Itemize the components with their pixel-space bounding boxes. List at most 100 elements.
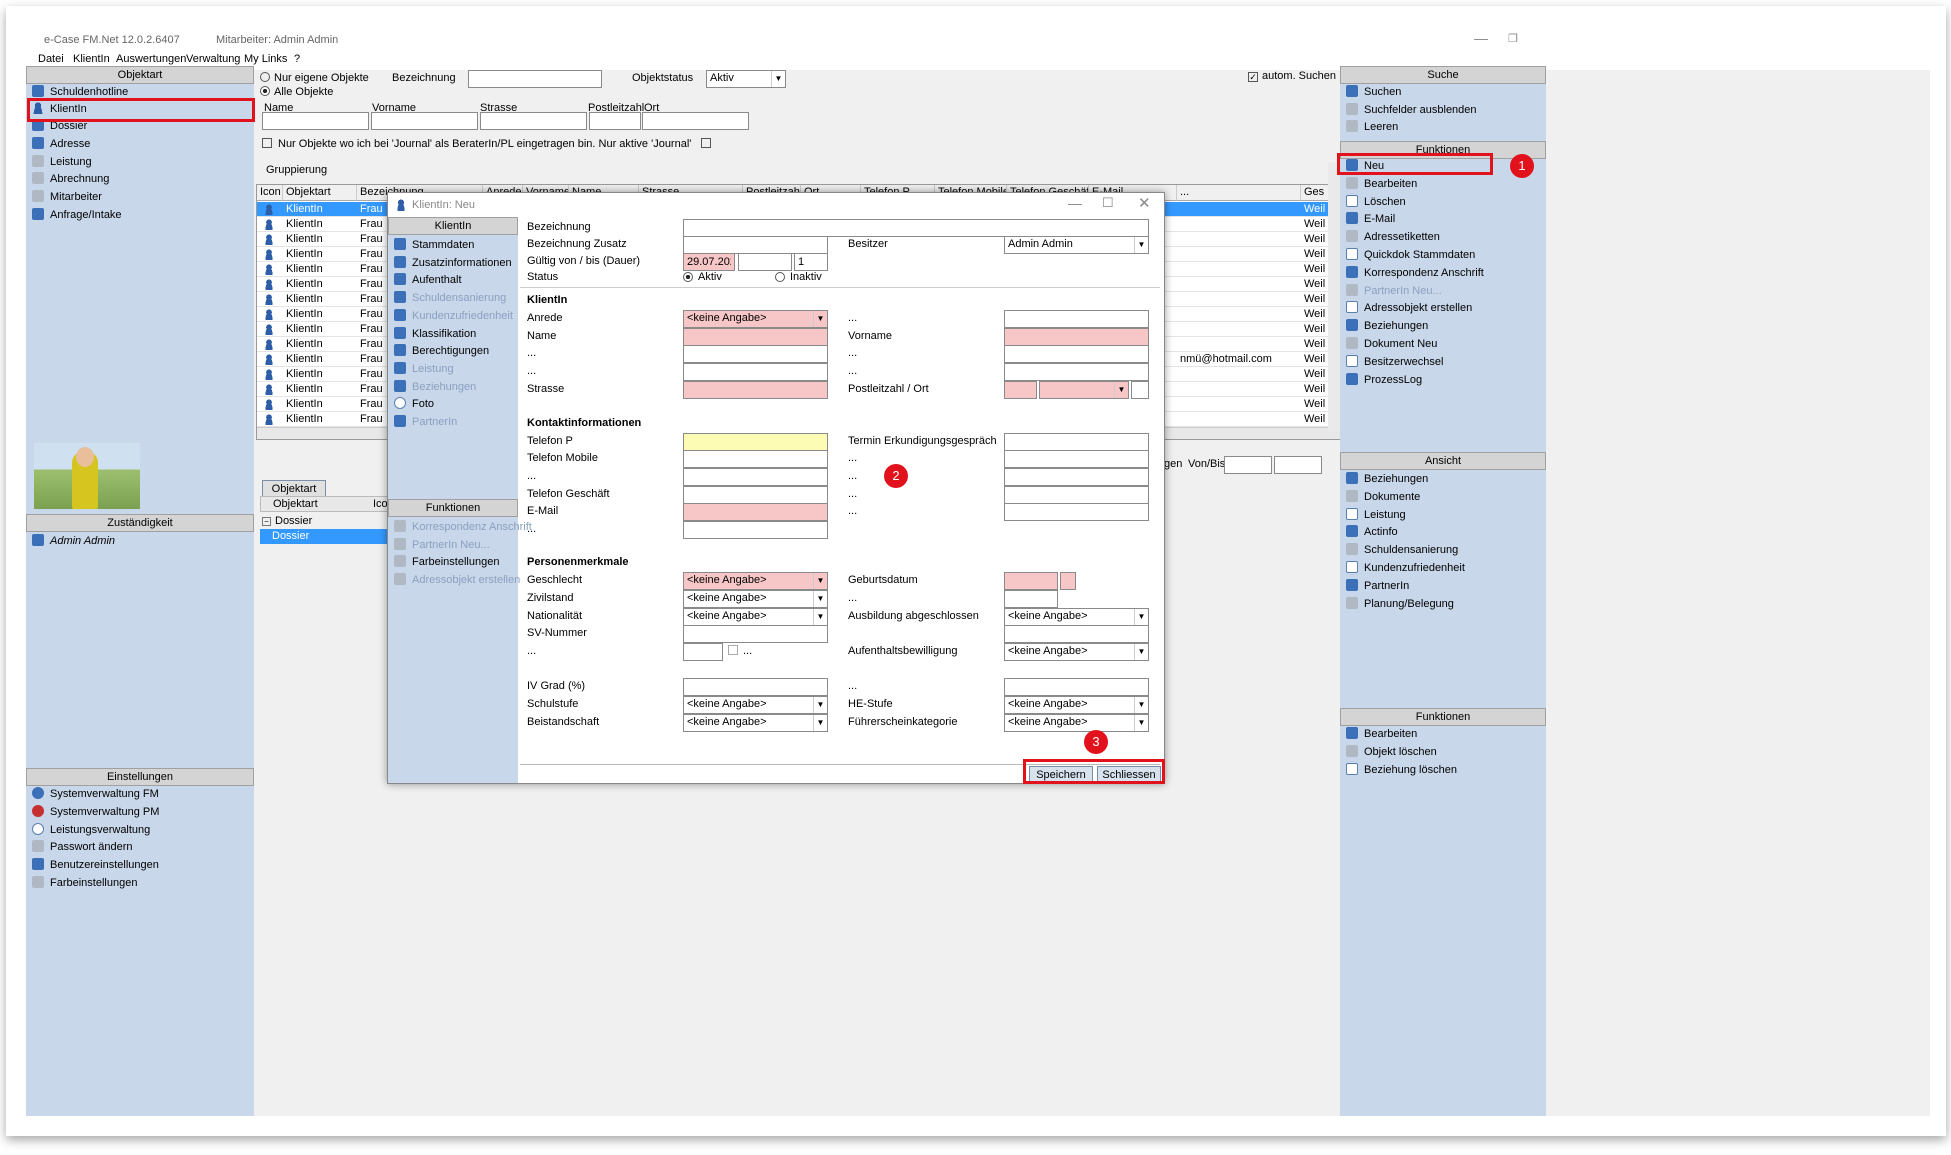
anrede-select[interactable]: <keine Angabe> ▼: [683, 310, 828, 328]
einstellung-systemverwaltung-fm[interactable]: Systemverwaltung FM: [50, 788, 159, 800]
extra-field-10[interactable]: [1004, 503, 1149, 521]
nationalitaet-select[interactable]: <keine Angabe> ▼: [683, 608, 828, 626]
dialog-nav-kundenzufriedenheit[interactable]: Kundenzufriedenheit: [412, 310, 513, 322]
objektart-mitarbeiter[interactable]: Mitarbeiter: [50, 191, 102, 203]
menu-help[interactable]: ?: [294, 53, 300, 65]
bezeichnung-zusatz-field[interactable]: [683, 236, 828, 254]
objektart-anfrage-intake[interactable]: Anfrage/Intake: [50, 209, 122, 221]
menu-datei[interactable]: Datei: [38, 53, 64, 65]
email-field[interactable]: [683, 503, 828, 521]
iv-field[interactable]: [683, 678, 828, 696]
func-item-bearbeiten[interactable]: Bearbeiten: [1364, 178, 1417, 190]
func-item-beziehungen[interactable]: Beziehungen: [1364, 320, 1428, 332]
journal-checkbox[interactable]: [262, 138, 272, 148]
dialog-func-farbeinstellungen[interactable]: Farbeinstellungen: [412, 556, 499, 568]
extra-field-8[interactable]: [1004, 468, 1149, 486]
dialog-nav-schuldensanierung[interactable]: Schuldensanierung: [412, 292, 506, 304]
besitzer-select[interactable]: Admin Admin ▼: [1004, 236, 1149, 254]
plz-input[interactable]: [589, 112, 641, 130]
ansicht-item-schuldensanierung[interactable]: Schuldensanierung: [1364, 544, 1458, 556]
telefon-mobile-field[interactable]: [683, 450, 828, 468]
bis-input[interactable]: [1274, 456, 1322, 474]
func-item-löschen[interactable]: Löschen: [1364, 196, 1406, 208]
vorname-input[interactable]: [371, 112, 478, 130]
einstellung-benutzer[interactable]: Benutzereinstellungen: [50, 859, 159, 871]
dialog-nav-aufenthalt[interactable]: Aufenthalt: [412, 274, 462, 286]
col-icon[interactable]: Icon: [257, 185, 283, 201]
extra-field-2[interactable]: [683, 345, 828, 363]
dialog-nav-zusatzinformationen[interactable]: Zusatzinformationen: [412, 257, 512, 269]
extra-field-7[interactable]: [683, 468, 828, 486]
func2-item-beziehung-löschen[interactable]: Beziehung löschen: [1364, 764, 1457, 776]
func-item-partnerin-neu[interactable]: PartnerIn Neu...: [1364, 285, 1442, 297]
extra-field-5[interactable]: [1004, 363, 1149, 381]
menu-auswertungen[interactable]: Auswertungen: [116, 53, 186, 65]
dialog-maximize-icon[interactable]: ☐: [1102, 195, 1114, 211]
suche-suchen[interactable]: Suchen: [1364, 86, 1401, 98]
ansicht-item-planung-belegung[interactable]: Planung/Belegung: [1364, 598, 1454, 610]
lower-col-objektart[interactable]: Objektart: [273, 498, 318, 510]
func2-item-objekt-löschen[interactable]: Objekt löschen: [1364, 746, 1437, 758]
extra-field-13[interactable]: [1004, 625, 1149, 643]
objektart-schuldenhotline[interactable]: Schuldenhotline: [50, 86, 128, 98]
telefon-p-field[interactable]: [683, 433, 828, 451]
extra-field-9[interactable]: [1004, 486, 1149, 504]
suche-ausblenden[interactable]: Suchfelder ausblenden: [1364, 104, 1477, 116]
extra-checkbox[interactable]: [728, 645, 738, 655]
extra-field-1[interactable]: [1004, 310, 1149, 328]
tree-dossier-child[interactable]: Dossier: [260, 529, 390, 544]
gueltig-von-field[interactable]: [683, 253, 735, 271]
status-aktiv-radio[interactable]: [683, 272, 693, 282]
col-objektart[interactable]: Objektart: [283, 185, 357, 201]
suche-leeren[interactable]: Leeren: [1364, 121, 1398, 133]
objektart-leistung[interactable]: Leistung: [50, 156, 92, 168]
ort-input[interactable]: [642, 112, 749, 130]
vorname-field[interactable]: [1004, 328, 1149, 346]
dialog-nav-stammdaten[interactable]: Stammdaten: [412, 239, 474, 251]
func2-item-bearbeiten[interactable]: Bearbeiten: [1364, 728, 1417, 740]
aktive-journal-checkbox[interactable]: [701, 138, 712, 148]
func-item-besitzerwechsel[interactable]: Besitzerwechsel: [1364, 356, 1443, 368]
dialog-func-korrespondenz-anschrift[interactable]: Korrespondenz Anschrift: [412, 521, 532, 533]
minimize-icon[interactable]: —: [1474, 30, 1488, 46]
extra-field-15[interactable]: [1004, 678, 1149, 696]
einstellung-leistungsverwaltung[interactable]: Leistungsverwaltung: [50, 824, 150, 836]
ansicht-item-kundenzufriedenheit[interactable]: Kundenzufriedenheit: [1364, 562, 1465, 574]
func-item-korrespondenz-anschrift[interactable]: Korrespondenz Anschrift: [1364, 267, 1484, 279]
zustaendigkeit-admin[interactable]: Admin Admin: [50, 535, 115, 547]
ansicht-item-partnerin[interactable]: PartnerIn: [1364, 580, 1409, 592]
einstellung-farben[interactable]: Farbeinstellungen: [50, 877, 137, 889]
einstellung-passwort[interactable]: Passwort ändern: [50, 841, 133, 853]
dialog-nav-beziehungen[interactable]: Beziehungen: [412, 381, 476, 393]
zivilstand-select[interactable]: <keine Angabe> ▼: [683, 590, 828, 608]
radio-all[interactable]: [260, 86, 270, 96]
bezeichnung-input[interactable]: [468, 70, 602, 88]
dialog-nav-partnerin[interactable]: PartnerIn: [412, 416, 457, 428]
einstellung-systemverwaltung-pm[interactable]: Systemverwaltung PM: [50, 806, 159, 818]
dialog-nav-foto[interactable]: Foto: [412, 398, 434, 410]
gueltig-bis-field[interactable]: [738, 253, 792, 271]
dialog-nav-klassifikation[interactable]: Klassifikation: [412, 328, 476, 340]
auto-search-checkbox[interactable]: ✓: [1248, 72, 1258, 82]
ansicht-item-dokumente[interactable]: Dokumente: [1364, 491, 1420, 503]
objektstatus-select[interactable]: Aktiv ▼: [706, 70, 786, 88]
extra-field-12[interactable]: [1004, 590, 1058, 608]
geschlecht-select[interactable]: <keine Angabe> ▼: [683, 572, 828, 590]
telefon-geschaeft-field[interactable]: [683, 486, 828, 504]
dauer-field[interactable]: [794, 253, 828, 271]
fuehrerschein-select[interactable]: <keine Angabe> ▼: [1004, 714, 1149, 732]
menu-klientin[interactable]: KlientIn: [73, 53, 110, 65]
ausbildung-select[interactable]: <keine Angabe> ▼: [1004, 608, 1149, 626]
dialog-nav-berechtigungen[interactable]: Berechtigungen: [412, 345, 489, 357]
extra-field-3[interactable]: [1004, 345, 1149, 363]
status-inaktiv-radio[interactable]: [775, 272, 785, 282]
plz-field[interactable]: [1004, 381, 1037, 399]
ansicht-item-actinfo[interactable]: Actinfo: [1364, 526, 1398, 538]
dialog-func-partnerin-neu[interactable]: PartnerIn Neu...: [412, 539, 490, 551]
von-input[interactable]: [1224, 456, 1272, 474]
func-item-dokument-neu[interactable]: Dokument Neu: [1364, 338, 1437, 350]
menu-my-links[interactable]: My Links: [244, 53, 287, 65]
func-item-adressobjekt-erstellen[interactable]: Adressobjekt erstellen: [1364, 302, 1472, 314]
dialog-minimize-icon[interactable]: —: [1068, 195, 1082, 211]
ansicht-item-beziehungen[interactable]: Beziehungen: [1364, 473, 1428, 485]
